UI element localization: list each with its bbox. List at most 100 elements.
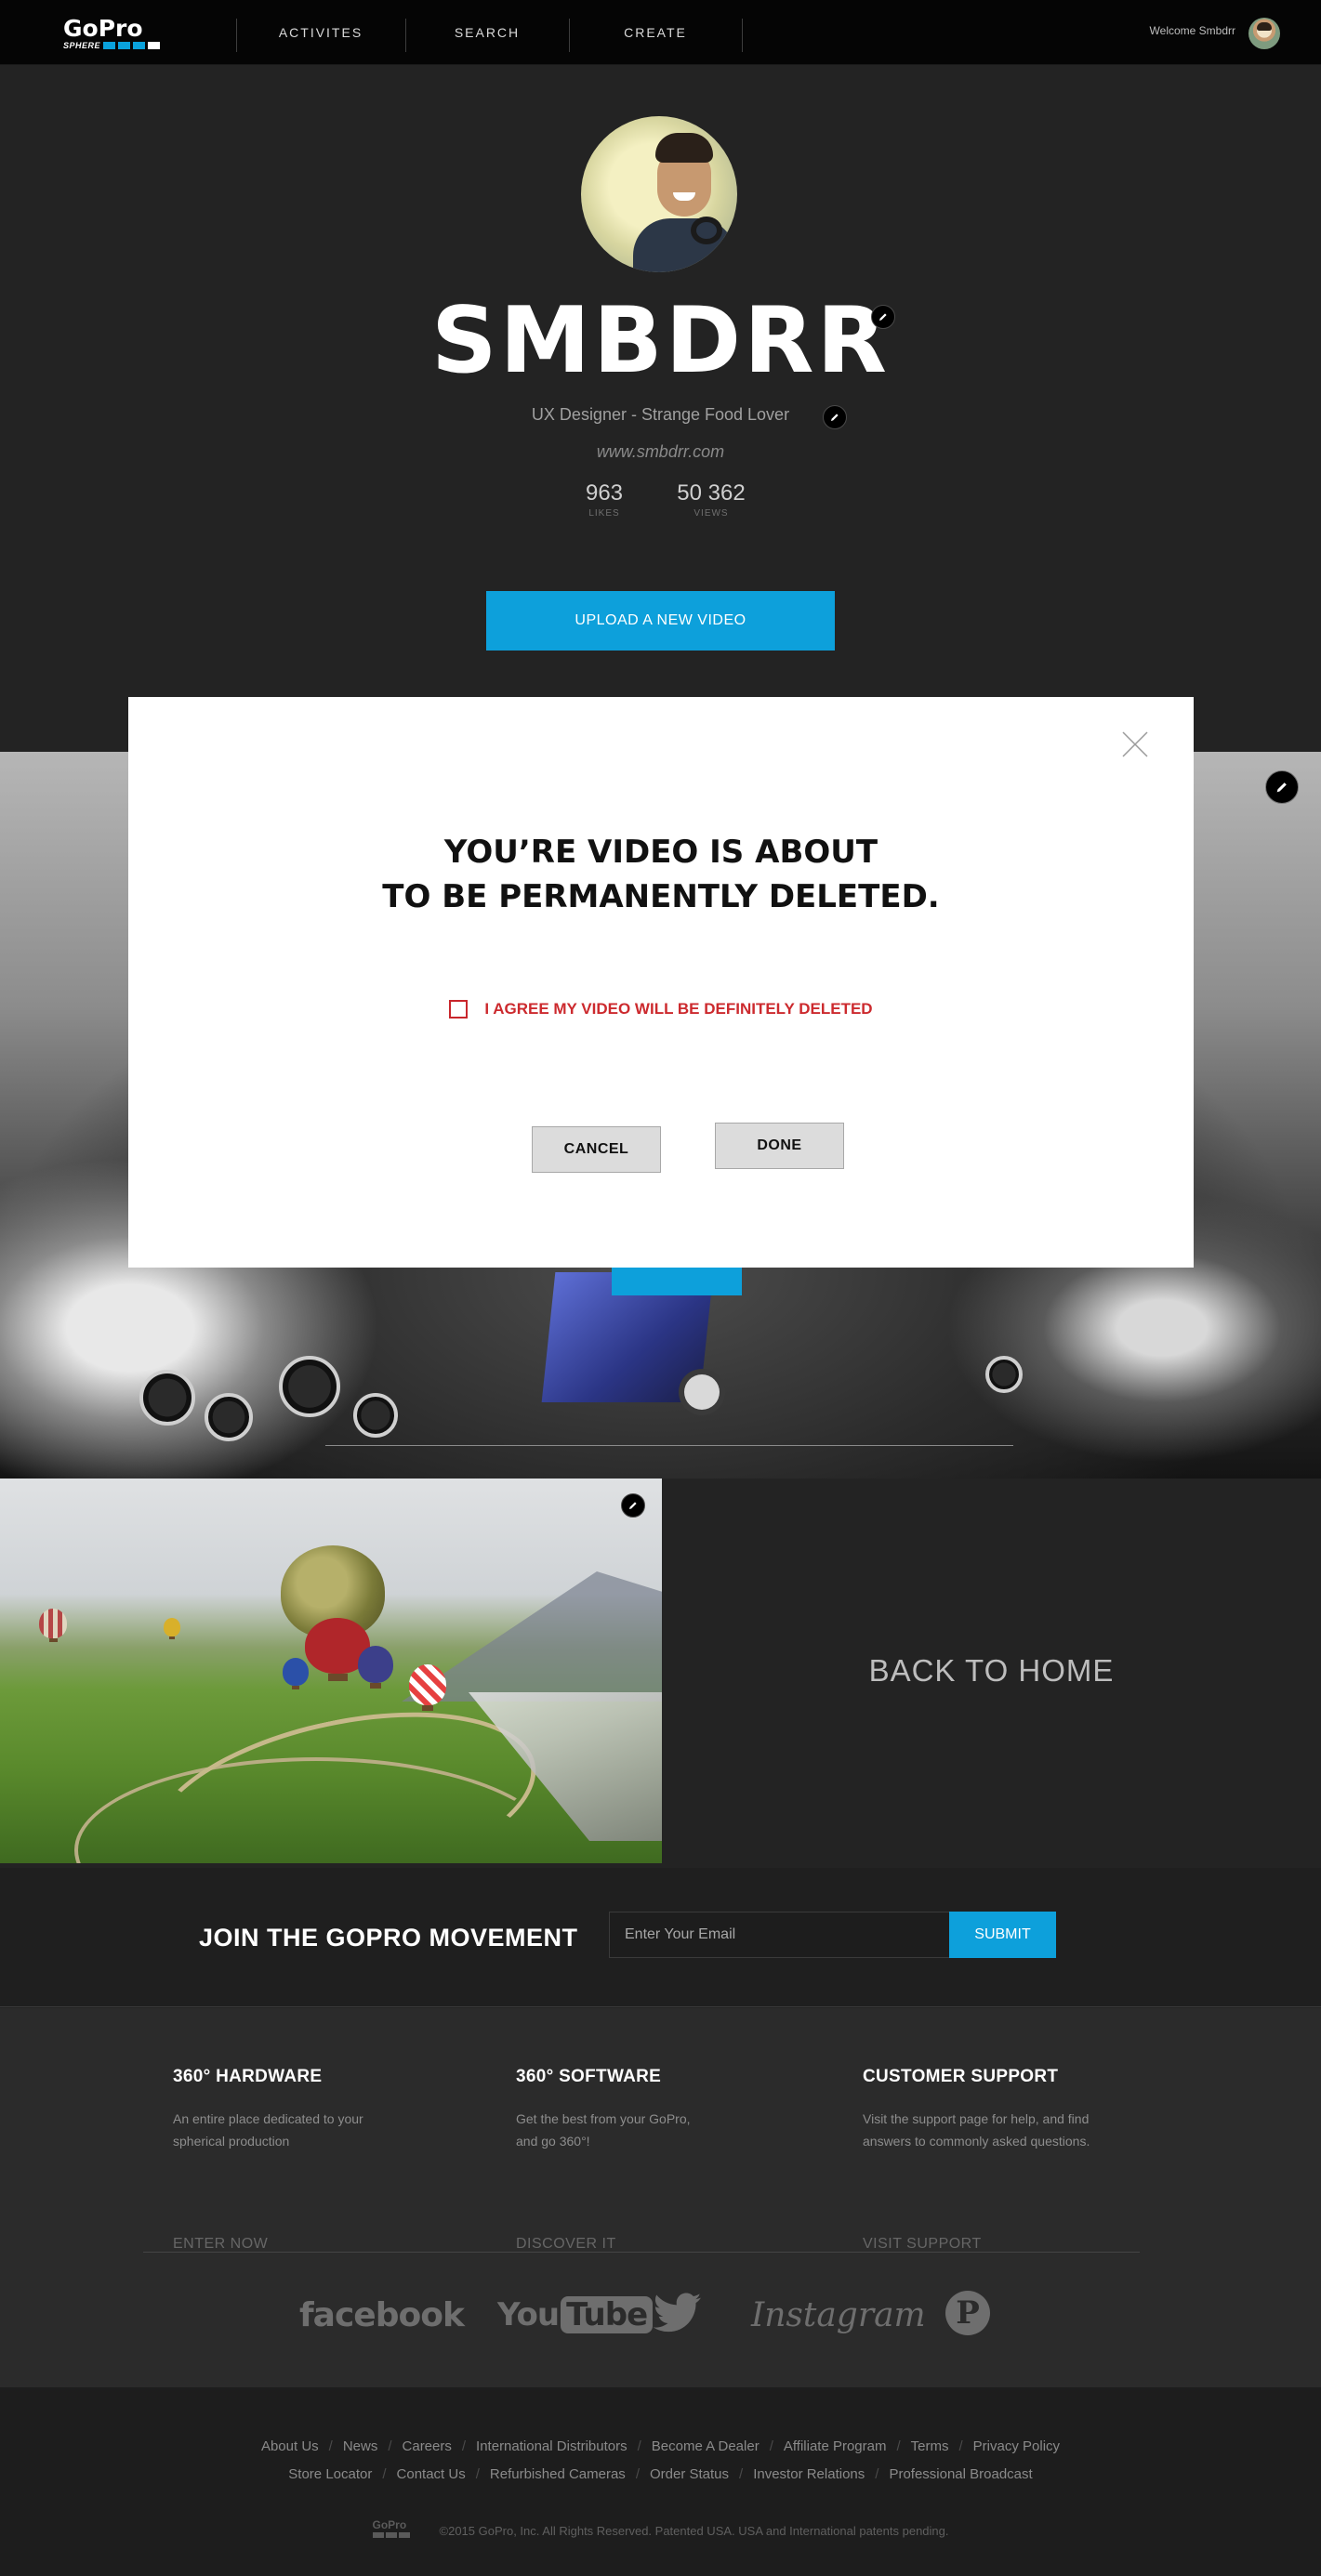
logo-block <box>118 42 131 49</box>
views-count: 50 362 <box>677 480 746 506</box>
footer-link-about-us[interactable]: About Us <box>261 2438 319 2454</box>
likes-label: LIKES <box>588 508 620 519</box>
footer-link-affiliate-program[interactable]: Affiliate Program <box>784 2438 887 2454</box>
footer-link-store-locator[interactable]: Store Locator <box>288 2466 372 2482</box>
profile-bio: UX Designer - Strange Food Lover <box>531 405 790 424</box>
user-avatar[interactable] <box>1248 18 1280 49</box>
nav-link-activites[interactable]: ACTIVITES <box>236 25 405 40</box>
column-text: Get the best from your GoPro, and go 360°… <box>516 2111 691 2149</box>
nav-link-create[interactable]: CREATE <box>569 25 742 40</box>
logo-block <box>148 42 161 49</box>
footer-link-refurbished-cameras[interactable]: Refurbished Cameras <box>490 2466 626 2482</box>
balloons-video-thumbnail[interactable] <box>0 1479 662 1863</box>
agree-checkbox[interactable] <box>449 1000 469 1019</box>
hot-air-balloon <box>39 1609 67 1643</box>
profile-website[interactable]: www.smbdrr.com <box>0 442 1321 462</box>
logo-block <box>103 42 116 49</box>
cancel-button[interactable]: CANCEL <box>532 1126 661 1173</box>
footer-logo-wordmark: GoPro <box>372 2518 407 2531</box>
legal-footer: About Us / News / Careers / International D… <box>0 2387 1321 2576</box>
delete-confirmation-modal: YOU’RE VIDEO IS ABOUT TO BE PERMANENTLY … <box>128 697 1194 1268</box>
logo-sub-row: SPHERE <box>63 41 164 50</box>
logo-wordmark: GoPro <box>63 15 143 42</box>
footer-link-terms[interactable]: Terms <box>911 2438 949 2454</box>
modal-title-line: YOU’RE VIDEO IS ABOUT <box>443 834 878 871</box>
cockpit-gauge <box>353 1393 398 1438</box>
pencil-icon <box>1276 782 1287 793</box>
welcome-text[interactable]: Welcome Smbdrr <box>1150 24 1235 37</box>
gopro-footer-logo: GoPro <box>372 2518 421 2542</box>
copyright-text: ©2015 GoPro, Inc. All Rights Reserved. P… <box>439 2523 949 2538</box>
discover-it-link[interactable]: DISCOVER IT <box>516 2236 616 2253</box>
hot-air-balloon <box>358 1646 393 1689</box>
column-title: 360° HARDWARE <box>173 2067 323 2086</box>
cockpit-gauge <box>279 1356 340 1417</box>
email-field[interactable] <box>609 1912 950 1958</box>
footer-links-row: About Us / News / Careers / International D… <box>260 2438 1061 2454</box>
footer-link-privacy-policy[interactable]: Privacy Policy <box>973 2438 1060 2454</box>
submit-button[interactable]: SUBMIT <box>949 1912 1056 1958</box>
modal-title-line: TO BE PERMANENTLY DELETED. <box>382 878 940 915</box>
footer-links-row: Store Locator / Contact Us / Refurbished C… <box>288 2466 1033 2482</box>
hot-air-balloon <box>283 1658 309 1690</box>
footer-link-professional-broadcast[interactable]: Professional Broadcast <box>889 2466 1032 2482</box>
footer-link-order-status[interactable]: Order Status <box>650 2466 729 2482</box>
profile-avatar <box>581 116 737 272</box>
youtube-icon[interactable]: You Tube <box>497 2296 654 2333</box>
visit-support-link[interactable]: VISIT SUPPORT <box>863 2236 982 2253</box>
pinterest-icon[interactable]: P <box>945 2291 990 2335</box>
top-navigation: GoPro SPHERE ACTIVITES SEARCH CREATE Wel… <box>0 0 1321 65</box>
close-icon[interactable] <box>1119 729 1151 760</box>
modal-title: YOU’RE VIDEO IS ABOUT TO BE PERMANENTLY … <box>128 830 1194 919</box>
newsletter-title: JOIN THE GOPRO MOVEMENT <box>199 1924 578 1952</box>
upload-video-button[interactable]: UPLOAD A NEW VIDEO <box>486 591 835 651</box>
hot-air-balloon <box>164 1618 180 1639</box>
hot-air-balloon <box>409 1664 446 1712</box>
views-label: VIEWS <box>694 508 729 519</box>
cockpit-gauge <box>139 1370 195 1426</box>
footer-link-become-a-dealer[interactable]: Become A Dealer <box>652 2438 760 2454</box>
footer-link-contact-us[interactable]: Contact Us <box>397 2466 466 2482</box>
footer-link-international-distributors[interactable]: International Distributors <box>476 2438 627 2454</box>
edit-video-button[interactable] <box>621 1493 645 1518</box>
facebook-icon[interactable]: facebook <box>299 2296 465 2334</box>
footer-column-support: CUSTOMER SUPPORT Visit the support page … <box>863 2067 1142 2252</box>
done-button[interactable]: DONE <box>715 1123 844 1169</box>
youtube-tube: Tube <box>561 2296 654 2333</box>
edit-bio-button[interactable] <box>823 405 847 429</box>
footer-divider <box>143 2252 1140 2253</box>
cockpit-gauge <box>205 1393 253 1441</box>
enter-now-link[interactable]: ENTER NOW <box>173 2236 268 2253</box>
profile-username: SMBDRR <box>430 288 891 394</box>
nav-divider <box>742 19 743 52</box>
pencil-icon <box>831 414 839 421</box>
footer-link-investor-relations[interactable]: Investor Relations <box>753 2466 865 2482</box>
column-text: Visit the support page for help, and fin… <box>863 2111 1090 2149</box>
column-title: 360° SOFTWARE <box>516 2067 662 2086</box>
twitter-icon[interactable] <box>654 2292 702 2334</box>
back-to-home-link[interactable]: BACK TO HOME <box>662 1479 1321 1863</box>
column-title: CUSTOMER SUPPORT <box>863 2067 1059 2086</box>
likes-stat: 963 LIKES <box>571 480 638 519</box>
gopro-sphere-logo[interactable]: GoPro SPHERE <box>63 17 164 50</box>
column-text: An entire place dedicated to your spheric… <box>173 2111 363 2149</box>
edit-video-button[interactable] <box>1265 770 1299 804</box>
agree-checkbox-row[interactable]: I AGREE MY VIDEO WILL BE DEFINITELY DELE… <box>128 1000 1194 1019</box>
edit-username-button[interactable] <box>871 305 895 329</box>
views-stat: 50 362 VIEWS <box>662 480 760 519</box>
video-progress-line <box>325 1445 1013 1446</box>
cockpit-gauge <box>985 1356 1023 1393</box>
logo-subtitle: SPHERE <box>63 41 101 50</box>
footer-columns: 360° HARDWARE An entire place dedicated … <box>0 2008 1321 2387</box>
footer-column-software: 360° SOFTWARE Get the best from your GoP… <box>516 2067 758 2252</box>
nav-link-search[interactable]: SEARCH <box>405 25 569 40</box>
pencil-icon <box>879 313 887 321</box>
instagram-icon[interactable]: Instagram <box>751 2296 926 2334</box>
copyright-row: GoPro ©2015 GoPro, Inc. All Rights Reser… <box>0 2519 1321 2542</box>
play-button-hint <box>612 1268 742 1295</box>
agree-label[interactable]: I AGREE MY VIDEO WILL BE DEFINITELY DELE… <box>484 1000 872 1019</box>
footer-link-news[interactable]: News <box>343 2438 378 2454</box>
youtube-you: You <box>497 2296 560 2333</box>
footer-link-careers[interactable]: Careers <box>403 2438 452 2454</box>
footer-column-hardware: 360° HARDWARE An entire place dedicated … <box>173 2067 415 2252</box>
